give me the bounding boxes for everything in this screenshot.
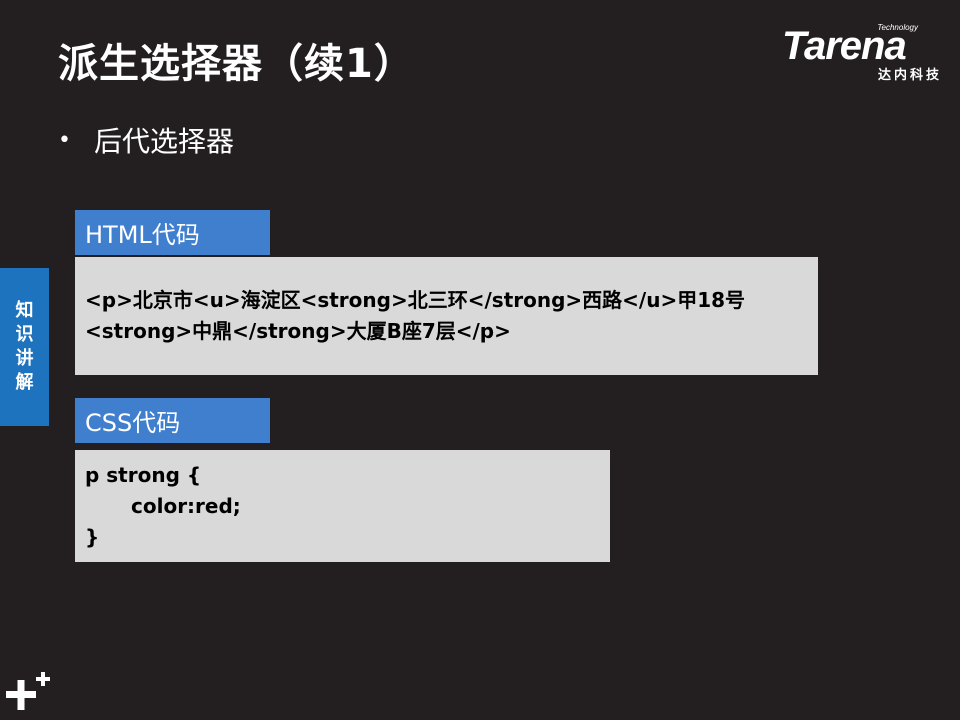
- html-code-label: HTML代码: [75, 210, 270, 255]
- tarena-logo: Technology Tarena 达内科技: [782, 22, 946, 84]
- bullet-item: • 后代选择器: [58, 120, 234, 160]
- html-code-block: <p>北京市<u>海淀区<strong>北三环</strong>西路</u>甲1…: [75, 257, 818, 375]
- html-code-line: <p>北京市<u>海淀区<strong>北三环</strong>西路</u>甲1…: [85, 288, 746, 312]
- css-code-line: color:red;: [131, 494, 241, 518]
- logo-chinese-name: 达内科技: [877, 68, 942, 83]
- side-tab-char: 解: [15, 372, 34, 393]
- side-tab-char: 识: [15, 324, 34, 345]
- css-code-line: }: [85, 525, 100, 549]
- side-tab-char: 知: [15, 300, 34, 321]
- plus-decoration-icon: [6, 672, 50, 710]
- side-tab-knowledge: 知 识 讲 解: [0, 268, 49, 426]
- css-code-label: CSS代码: [75, 398, 270, 443]
- bullet-dot-icon: •: [58, 127, 71, 153]
- css-code-line: p strong {: [85, 463, 202, 487]
- slide-title: 派生选择器（续1）: [58, 41, 415, 87]
- side-tab-char: 讲: [15, 348, 34, 369]
- logo-wordmark: Tarena: [782, 24, 907, 68]
- css-code-block: p strong { color:red; }: [75, 450, 610, 562]
- bullet-text: 后代选择器: [94, 125, 235, 158]
- html-code-line: <strong>中鼎</strong>大厦B座7层</p>: [85, 319, 511, 343]
